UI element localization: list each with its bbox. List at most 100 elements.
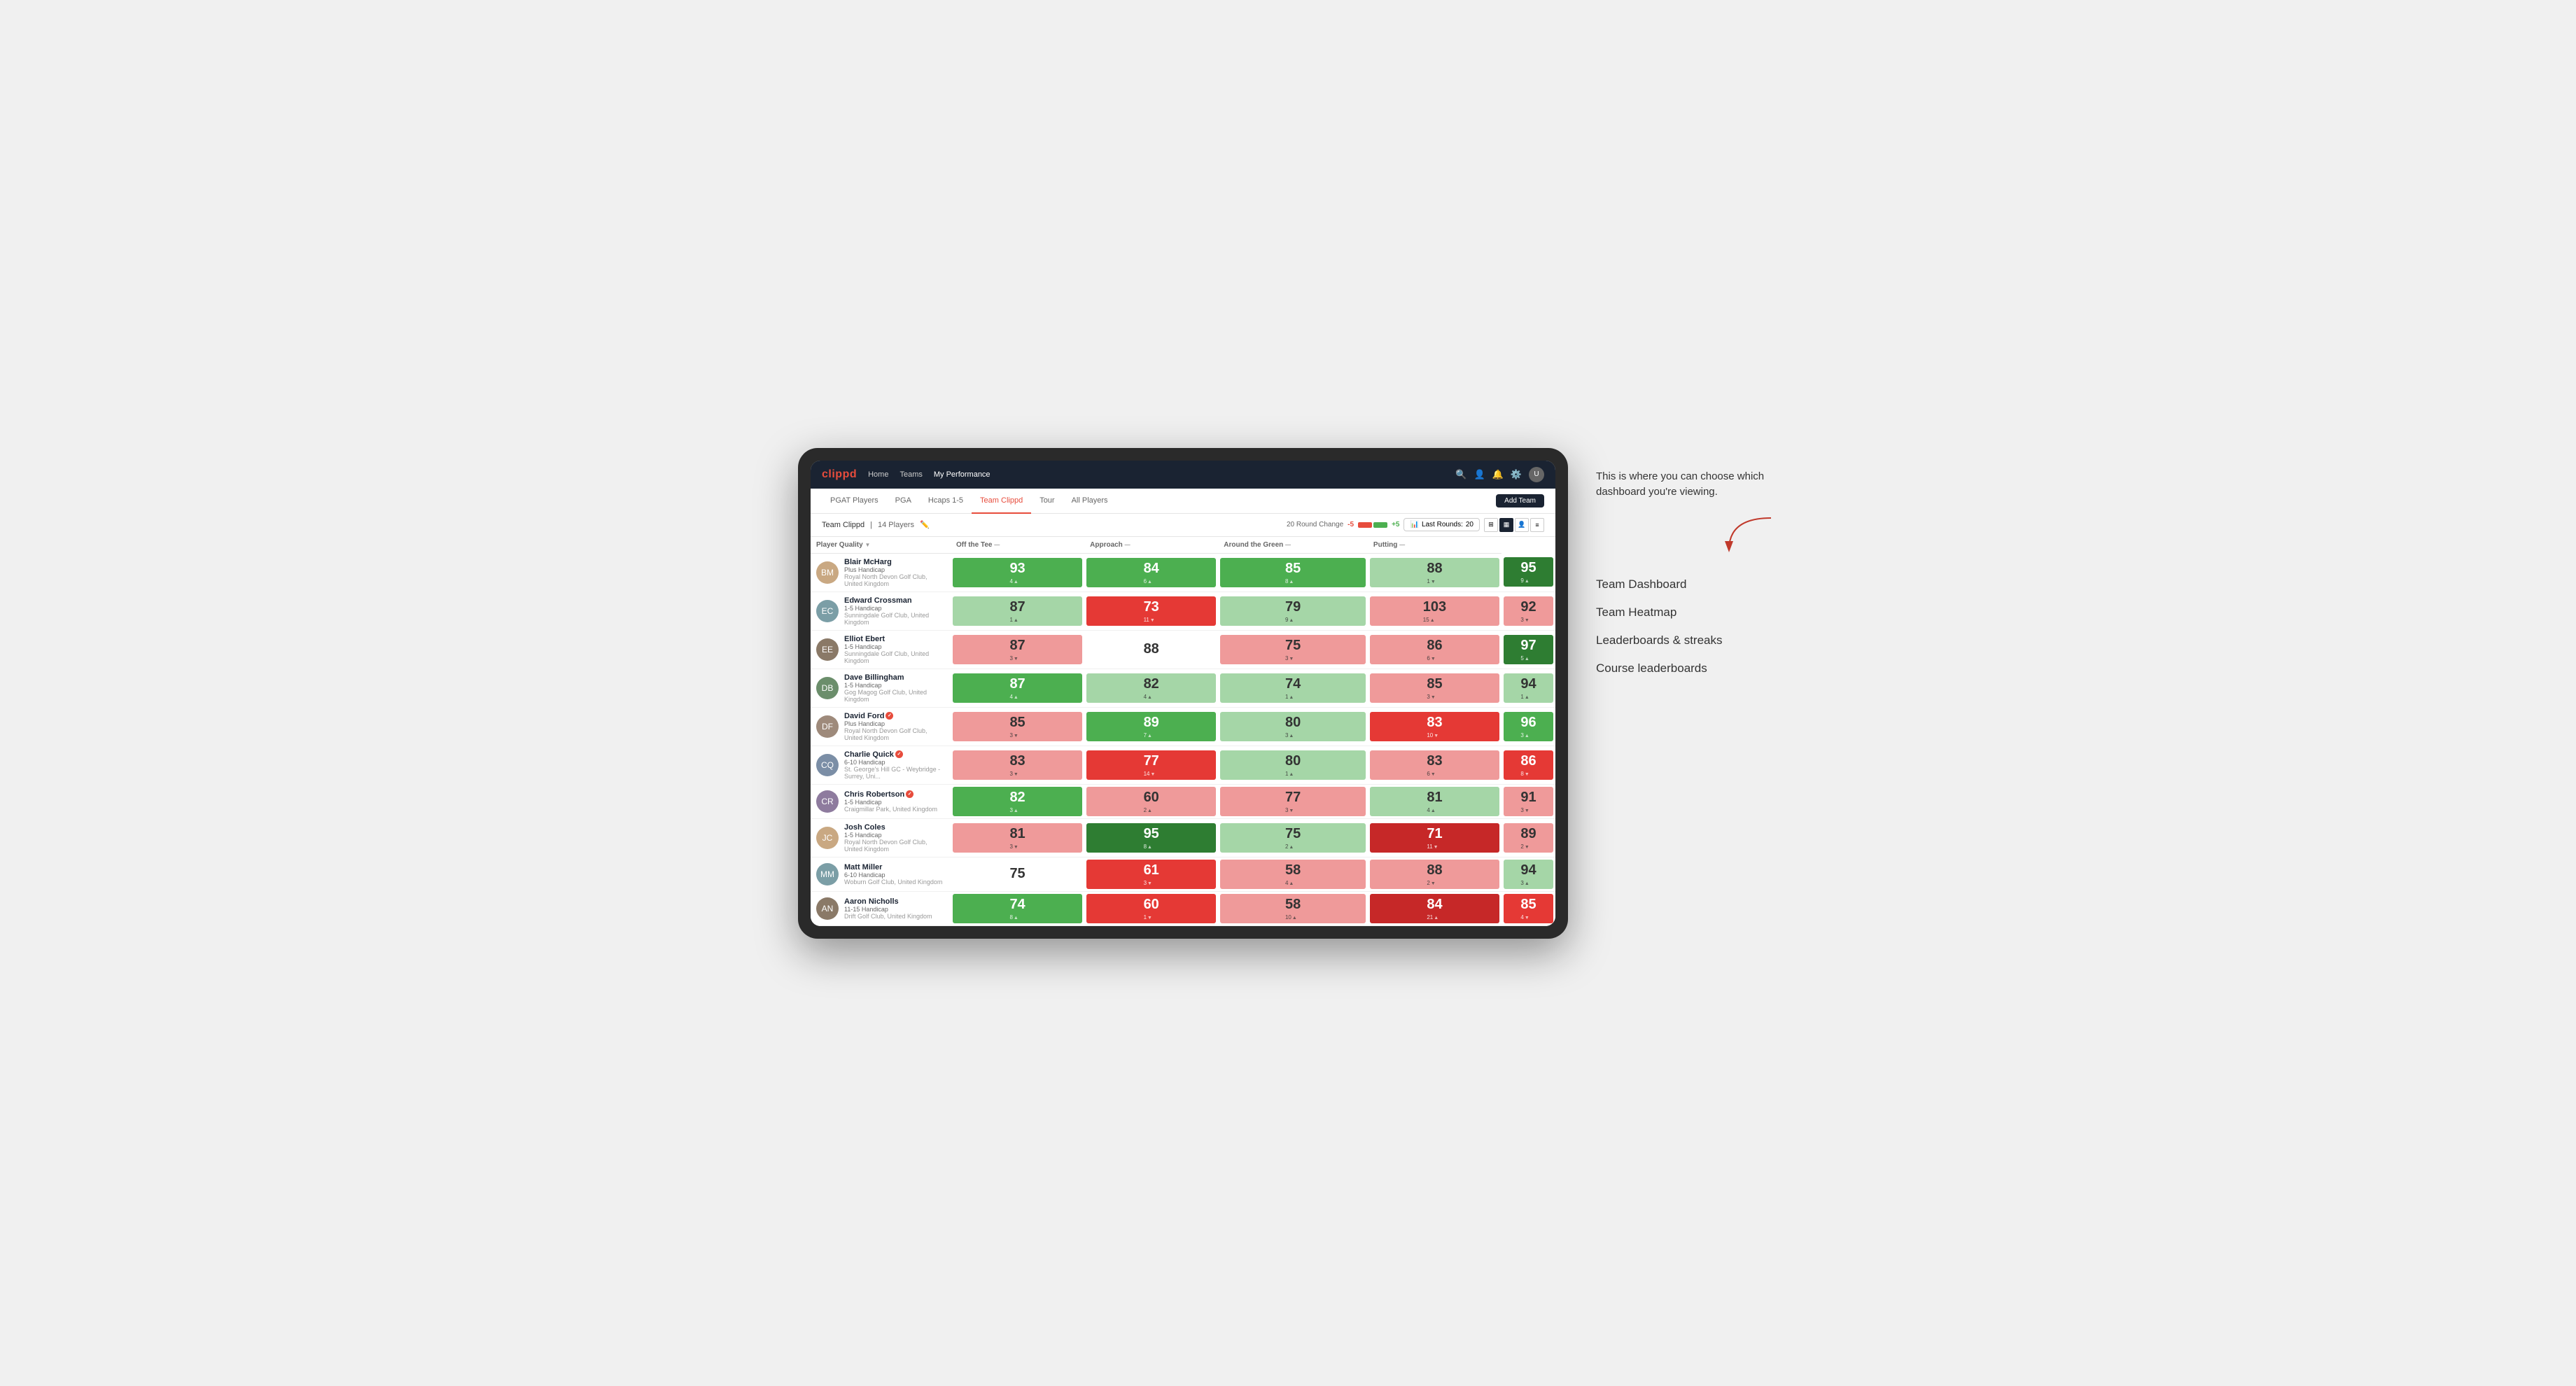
score-box: 89 2 (1504, 823, 1553, 853)
list-view-button[interactable]: ≡ (1530, 518, 1544, 532)
score-player_quality-9: 74 8 (951, 891, 1084, 925)
player-club-0: Royal North Devon Golf Club, United King… (844, 573, 945, 587)
tab-pga[interactable]: PGA (887, 489, 920, 514)
score-main-value: 91 (1520, 790, 1536, 806)
score-main-value: 96 (1520, 715, 1536, 731)
add-team-button[interactable]: Add Team (1496, 494, 1544, 507)
team-separator: | (870, 521, 872, 529)
table-row[interactable]: BM Blair McHarg Plus Handicap Royal Nort… (811, 553, 1555, 592)
score-around_green-1: 103 15 (1368, 592, 1502, 630)
player-cell-5[interactable]: CQ Charlie Quick✓ 6-10 Handicap St. Geor… (811, 746, 951, 784)
score-main-value: 71 (1427, 826, 1442, 842)
tab-all-players[interactable]: All Players (1063, 489, 1116, 514)
last-rounds-button[interactable]: 📊 Last Rounds: 20 (1404, 518, 1480, 531)
tab-pgat-players[interactable]: PGAT Players (822, 489, 887, 514)
player-cell-0[interactable]: BM Blair McHarg Plus Handicap Royal Nort… (811, 553, 951, 592)
nav-home[interactable]: Home (868, 470, 888, 479)
table-row[interactable]: EC Edward Crossman 1-5 Handicap Sunningd… (811, 592, 1555, 630)
score-box: 79 9 (1220, 596, 1366, 626)
change-negative: -5 (1348, 521, 1354, 528)
score-off_tee-1: 73 11 (1084, 592, 1218, 630)
score-box: 74 1 (1220, 673, 1366, 703)
bell-icon[interactable]: 🔔 (1492, 469, 1504, 480)
score-sub: 81 4 (1427, 790, 1442, 813)
player-club-1: Sunningdale Golf Club, United Kingdom (844, 612, 945, 626)
tab-team-clippd[interactable]: Team Clippd (972, 489, 1031, 514)
player-cell-6[interactable]: CR Chris Robertson✓ 1-5 Handicap Craigmi… (811, 784, 951, 818)
score-sub: 93 4 (1009, 561, 1025, 584)
tab-hcaps[interactable]: Hcaps 1-5 (920, 489, 972, 514)
team-name: Team Clippd (822, 521, 864, 529)
arrow-down (1147, 914, 1152, 920)
player-cell-1[interactable]: EC Edward Crossman 1-5 Handicap Sunningd… (811, 592, 951, 630)
score-sub: 83 10 (1427, 715, 1442, 738)
settings-icon[interactable]: ⚙️ (1511, 469, 1522, 480)
score-approach-2: 75 3 (1218, 630, 1368, 668)
score-sub: 83 6 (1427, 753, 1442, 777)
score-around_green-0: 88 1 (1368, 553, 1502, 592)
player-handicap-9: 11-15 Handicap (844, 906, 932, 913)
person-view-button[interactable]: 👤 (1515, 518, 1529, 532)
score-change: 5 (1520, 655, 1529, 662)
arrow-down (1150, 771, 1155, 777)
score-main-value: 94 (1520, 862, 1536, 878)
heatmap-view-button[interactable]: ▦ (1499, 518, 1513, 532)
score-box: 88 (1086, 635, 1216, 664)
grid-view-button[interactable]: ⊞ (1484, 518, 1498, 532)
score-main-value: 58 (1285, 897, 1301, 913)
player-club-3: Gog Magog Golf Club, United Kingdom (844, 689, 945, 703)
nav-teams[interactable]: Teams (899, 470, 922, 479)
tablet-screen: clippd Home Teams My Performance 🔍 👤 🔔 ⚙… (811, 461, 1555, 926)
table-row[interactable]: DB Dave Billingham 1-5 Handicap Gog Mago… (811, 668, 1555, 707)
search-icon[interactable]: 🔍 (1455, 469, 1466, 480)
player-cell-8[interactable]: MM Matt Miller 6-10 Handicap Woburn Golf… (811, 857, 951, 891)
change-value: 3 (1520, 617, 1523, 623)
table-row[interactable]: EE Elliot Ebert 1-5 Handicap Sunningdale… (811, 630, 1555, 668)
arrow-down (1150, 617, 1155, 623)
table-row[interactable]: CR Chris Robertson✓ 1-5 Handicap Craigmi… (811, 784, 1555, 818)
score-box: 89 7 (1086, 712, 1216, 741)
score-sub: 73 11 (1144, 599, 1159, 623)
table-row[interactable]: CQ Charlie Quick✓ 6-10 Handicap St. Geor… (811, 746, 1555, 784)
score-box: 85 3 (1370, 673, 1499, 703)
score-change: 8 (1285, 578, 1294, 584)
player-text-9: Aaron Nicholls 11-15 Handicap Drift Golf… (844, 897, 932, 920)
player-initials-8: MM (816, 863, 839, 886)
table-row[interactable]: DF David Ford✓ Plus Handicap Royal North… (811, 707, 1555, 746)
arrow-up (1289, 578, 1294, 584)
table-row[interactable]: JC Josh Coles 1-5 Handicap Royal North D… (811, 818, 1555, 857)
score-sub: 82 4 (1144, 676, 1159, 700)
score-box: 85 3 (953, 712, 1082, 741)
player-info-8: MM Matt Miller 6-10 Handicap Woburn Golf… (811, 859, 951, 890)
score-sub: 96 3 (1520, 715, 1536, 738)
player-cell-9[interactable]: AN Aaron Nicholls 11-15 Handicap Drift G… (811, 891, 951, 925)
arrow-up (1525, 655, 1530, 662)
arrow-up (1289, 732, 1294, 738)
score-main-value: 75 (1009, 866, 1025, 882)
score-box: 83 10 (1370, 712, 1499, 741)
player-avatar-2: EE (816, 638, 839, 661)
player-cell-4[interactable]: DF David Ford✓ Plus Handicap Royal North… (811, 707, 951, 746)
score-change: 3 (1520, 617, 1529, 623)
score-main-value: 83 (1009, 753, 1025, 769)
player-cell-3[interactable]: DB Dave Billingham 1-5 Handicap Gog Mago… (811, 668, 951, 707)
score-change: 10 (1285, 914, 1297, 920)
nav-my-performance[interactable]: My Performance (934, 470, 990, 479)
score-sub: 82 3 (1009, 790, 1025, 813)
score-change: 3 (1009, 844, 1018, 850)
score-around_green-2: 86 6 (1368, 630, 1502, 668)
tab-tour[interactable]: Tour (1031, 489, 1063, 514)
score-player_quality-0: 93 4 (951, 553, 1084, 592)
score-sub: 87 3 (1009, 638, 1025, 662)
menu-item-3: Course leaderboards (1596, 654, 1778, 682)
score-box: 84 21 (1370, 894, 1499, 923)
avatar[interactable]: U (1529, 467, 1544, 482)
table-row[interactable]: AN Aaron Nicholls 11-15 Handicap Drift G… (811, 891, 1555, 925)
player-cell-2[interactable]: EE Elliot Ebert 1-5 Handicap Sunningdale… (811, 630, 951, 668)
sub-nav: PGAT Players PGA Hcaps 1-5 Team Clippd T… (811, 489, 1555, 514)
player-cell-7[interactable]: JC Josh Coles 1-5 Handicap Royal North D… (811, 818, 951, 857)
score-change: 4 (1009, 694, 1018, 700)
user-icon[interactable]: 👤 (1474, 469, 1485, 480)
table-row[interactable]: MM Matt Miller 6-10 Handicap Woburn Golf… (811, 857, 1555, 891)
edit-icon[interactable]: ✏️ (920, 520, 930, 529)
